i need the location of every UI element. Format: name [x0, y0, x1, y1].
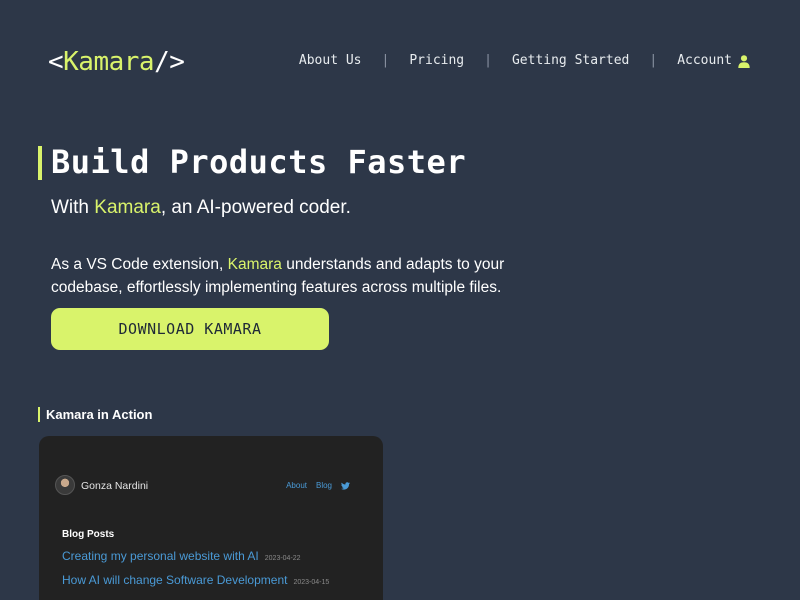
logo-open-bracket: < [48, 47, 64, 77]
nav-separator: | [381, 53, 390, 68]
post-title[interactable]: Creating my personal website with AI [62, 548, 259, 564]
section-accent-bar [38, 407, 40, 422]
twitter-icon[interactable] [341, 482, 350, 490]
list-item[interactable]: How AI will change Software Development … [62, 572, 329, 588]
landing-page: <Kamara/> About Us | Pricing | Getting S… [0, 0, 800, 600]
nav-account-label: Account [677, 53, 732, 68]
nav-separator: | [484, 53, 492, 68]
top-nav: About Us | Pricing | Getting Started | A… [299, 51, 750, 71]
hero-description: As a VS Code extension, Kamara understan… [51, 253, 531, 299]
nav-getting-started[interactable]: Getting Started [512, 51, 629, 71]
post-title[interactable]: How AI will change Software Development [62, 572, 287, 588]
hero-subtitle-brand: Kamara [94, 197, 161, 218]
post-date: 2023-04-22 [264, 555, 301, 562]
download-button[interactable]: DOWNLOAD KAMARA [51, 308, 329, 350]
nav-separator: | [649, 53, 658, 68]
user-icon [738, 54, 750, 68]
list-item[interactable]: Creating my personal website with AI 202… [62, 548, 301, 564]
preview-section-title: Blog Posts [62, 529, 115, 540]
logo[interactable]: <Kamara/> [48, 44, 185, 80]
nav-account[interactable]: Account [677, 51, 750, 71]
nav-pricing[interactable]: Pricing [409, 51, 464, 71]
post-date: 2023-04-15 [293, 579, 330, 586]
avatar [55, 475, 75, 495]
hero-subtitle: With Kamara, an AI-powered coder. [51, 194, 351, 222]
demo-preview: Gonza Nardini About Blog Blog Posts Crea… [39, 436, 383, 600]
hero-title: Build Products Faster [51, 143, 467, 181]
preview-author-name: Gonza Nardini [81, 480, 149, 492]
hero-subtitle-suffix: , an AI-powered coder. [160, 197, 351, 218]
hero-description-brand: Kamara [227, 256, 282, 273]
preview-nav-blog[interactable]: Blog [316, 480, 332, 492]
hero-accent-bar [38, 146, 42, 180]
preview-nav-about[interactable]: About [286, 480, 307, 492]
nav-about-us[interactable]: About Us [299, 51, 362, 71]
logo-name: Kamara [63, 47, 155, 77]
preview-nav: About Blog [286, 480, 350, 492]
logo-close-bracket: /> [154, 47, 185, 77]
section-title: Kamara in Action [46, 407, 153, 422]
hero-description-prefix: As a VS Code extension, [51, 256, 228, 273]
hero-subtitle-prefix: With [51, 197, 95, 218]
